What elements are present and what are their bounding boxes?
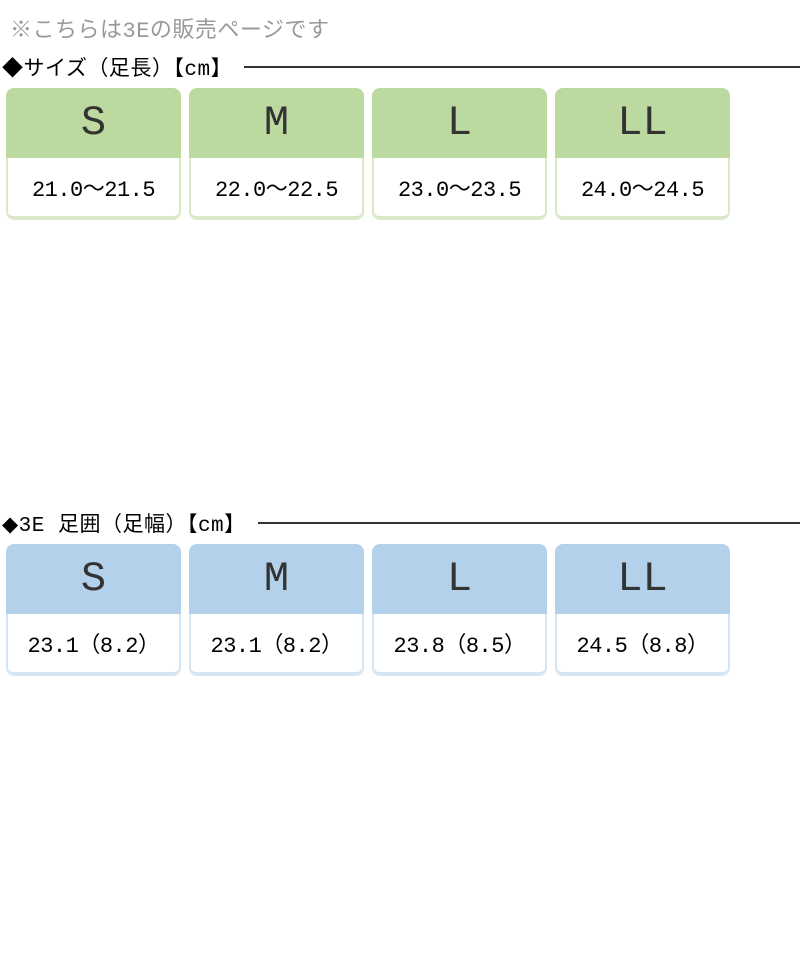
girth-value: 23.1（8.2） — [6, 614, 181, 676]
page-notice: ※こちらは3Eの販売ページです — [0, 0, 800, 52]
girth-label: S — [6, 544, 181, 614]
section-heading-row: ◆サイズ（足長）【cm】 — [0, 52, 800, 88]
size-value: 24.0～24.5 — [555, 158, 730, 220]
girth-value: 23.8（8.5） — [372, 614, 547, 676]
girth-value: 24.5（8.8） — [555, 614, 730, 676]
girth-cards: S 23.1（8.2） M 23.1（8.2） L 23.8（8.5） LL 2… — [0, 544, 800, 676]
girth-value: 23.1（8.2） — [189, 614, 364, 676]
size-length-section: ◆サイズ（足長）【cm】 S 21.0～21.5 M 22.0～22.5 L 2… — [0, 52, 800, 220]
size-label: L — [372, 88, 547, 158]
size-value: 22.0～22.5 — [189, 158, 364, 220]
size-value: 23.0～23.5 — [372, 158, 547, 220]
girth-card: L 23.8（8.5） — [372, 544, 547, 676]
section-heading: ◆3E 足囲（足幅）【cm】 — [0, 508, 246, 538]
girth-card: LL 24.5（8.8） — [555, 544, 730, 676]
girth-label: M — [189, 544, 364, 614]
size-value: 21.0～21.5 — [6, 158, 181, 220]
divider-line-icon — [258, 522, 800, 524]
size-label: M — [189, 88, 364, 158]
size-cards: S 21.0～21.5 M 22.0～22.5 L 23.0～23.5 LL 2… — [0, 88, 800, 220]
girth-card: M 23.1（8.2） — [189, 544, 364, 676]
size-card: L 23.0～23.5 — [372, 88, 547, 220]
girth-label: LL — [555, 544, 730, 614]
size-card: LL 24.0～24.5 — [555, 88, 730, 220]
divider-line-icon — [244, 66, 800, 68]
section-heading: ◆サイズ（足長）【cm】 — [0, 52, 232, 82]
foot-girth-section: ◆3E 足囲（足幅）【cm】 S 23.1（8.2） M 23.1（8.2） L… — [0, 508, 800, 676]
size-card: S 21.0～21.5 — [6, 88, 181, 220]
girth-label: L — [372, 544, 547, 614]
girth-card: S 23.1（8.2） — [6, 544, 181, 676]
size-label: LL — [555, 88, 730, 158]
size-card: M 22.0～22.5 — [189, 88, 364, 220]
section-heading-row: ◆3E 足囲（足幅）【cm】 — [0, 508, 800, 544]
size-label: S — [6, 88, 181, 158]
